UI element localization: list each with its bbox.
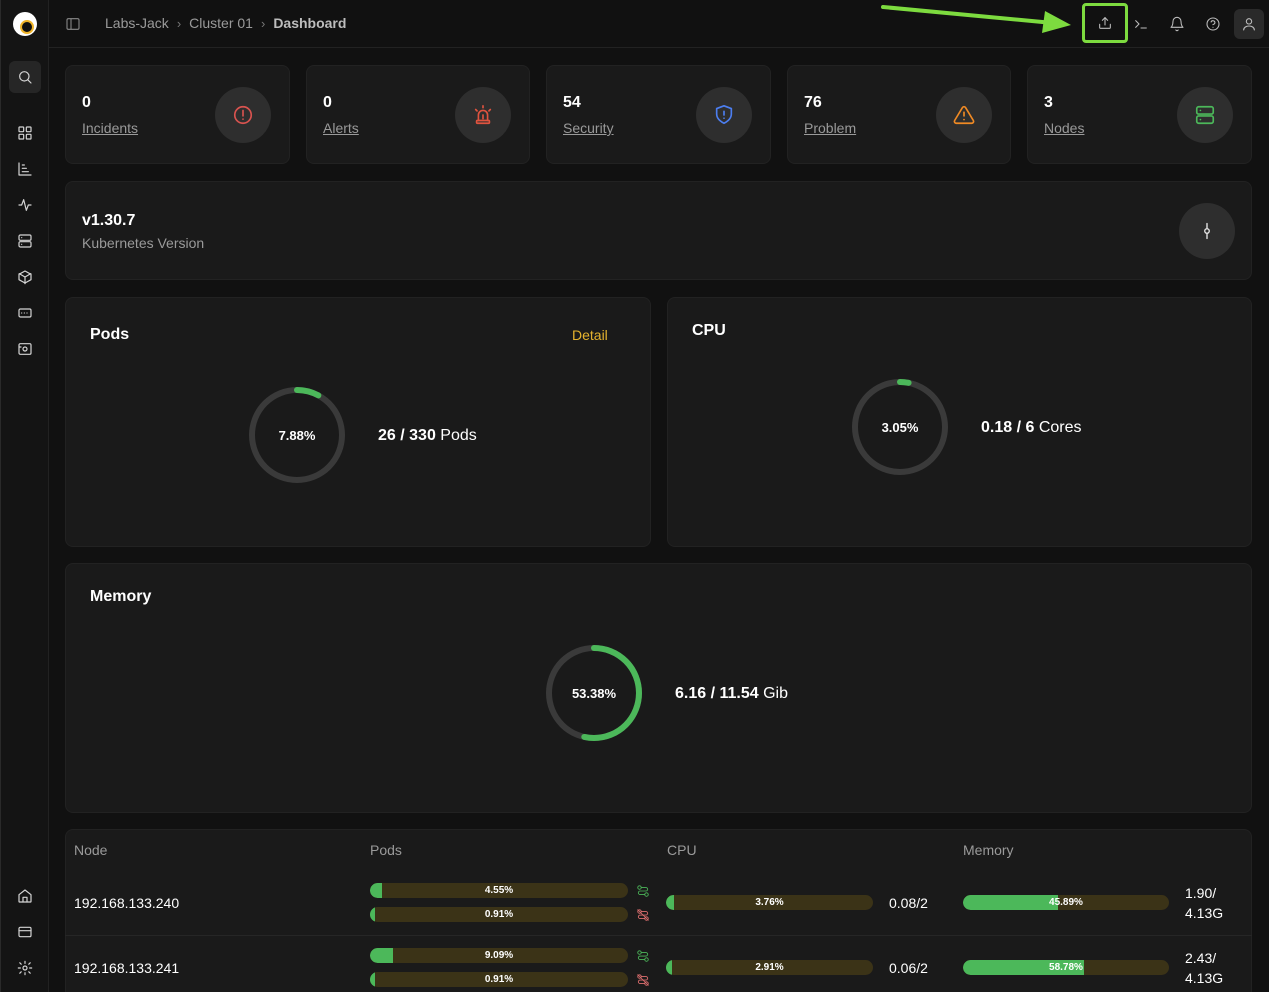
- pods-running-bar: 4.55%: [370, 883, 628, 898]
- stat-link-problem[interactable]: Problem: [804, 120, 856, 136]
- version-label: Kubernetes Version: [82, 235, 205, 251]
- cpu-bar: 3.76%: [666, 895, 873, 910]
- memory-used: 1.90/: [1185, 885, 1217, 901]
- billing-icon[interactable]: [9, 916, 41, 948]
- kubernetes-version-card: v1.30.7 Kubernetes Version: [65, 181, 1252, 280]
- col-header-pods: Pods: [370, 842, 402, 858]
- route-off-icon: [636, 908, 650, 922]
- stat-value: 0: [323, 94, 332, 111]
- cpu-percent: 3.05%: [881, 419, 919, 435]
- sidebar-toggle-icon[interactable]: [63, 14, 83, 34]
- stat-link-nodes[interactable]: Nodes: [1044, 120, 1084, 136]
- route-icon: [636, 884, 650, 898]
- memory-usage: 6.16 / 11.54 Gib: [675, 685, 788, 702]
- pods-usage: 26 / 330 Pods: [378, 427, 477, 444]
- memory-bar: 45.89%: [963, 895, 1169, 910]
- cpu-usage: 0.18 / 6 Cores: [981, 419, 1082, 436]
- stat-card-alerts: 0 Alerts: [306, 65, 530, 164]
- bell-icon[interactable]: [1163, 10, 1191, 38]
- cpu-card: CPU 3.05% 0.18 / 6 Cores: [667, 297, 1252, 547]
- bar-text: 58.78%: [1049, 962, 1083, 973]
- node-ip[interactable]: 192.168.133.240: [74, 895, 179, 911]
- pods-failed-bar: 0.91%: [370, 972, 628, 987]
- bar-text: 9.09%: [484, 950, 514, 961]
- bar-text: 3.76%: [755, 897, 784, 908]
- memory-used: 2.43/: [1185, 950, 1217, 966]
- pods-percent: 7.88%: [278, 427, 316, 443]
- cpu-cores: 0.06/2: [889, 960, 928, 976]
- warning-icon: [936, 87, 992, 143]
- breadcrumb-root[interactable]: Labs-Jack: [105, 15, 169, 31]
- pods-title: Pods: [90, 326, 130, 343]
- cpu-bar: 2.91%: [666, 960, 873, 975]
- shield-icon: [696, 87, 752, 143]
- app-logo[interactable]: [13, 12, 37, 36]
- memory-total: 4.13G: [1185, 905, 1224, 921]
- search-icon[interactable]: [9, 61, 41, 93]
- user-icon[interactable]: [1234, 9, 1264, 39]
- help-icon[interactable]: [1199, 10, 1227, 38]
- activity-icon[interactable]: [9, 189, 41, 221]
- chevron-right-icon: ›: [176, 15, 182, 31]
- stat-value: 3: [1044, 94, 1053, 111]
- memory-title: Memory: [90, 588, 152, 605]
- col-header-cpu: CPU: [667, 842, 697, 858]
- stat-link-security[interactable]: Security: [563, 120, 614, 136]
- card-icon[interactable]: [9, 297, 41, 329]
- memory-bar: 58.78%: [963, 960, 1169, 975]
- stat-card-problem: 76 Problem: [787, 65, 1011, 164]
- home-icon[interactable]: [9, 880, 41, 912]
- stat-value: 54: [563, 94, 581, 111]
- bar-text: 45.89%: [1049, 897, 1083, 908]
- bar-text: 4.55%: [484, 885, 514, 896]
- cpu-title: CPU: [692, 322, 726, 339]
- chart-icon[interactable]: [9, 153, 41, 185]
- row-divider: [65, 935, 1252, 936]
- node-ip[interactable]: 192.168.133.241: [74, 960, 179, 976]
- stat-card-security: 54 Security: [546, 65, 771, 164]
- version-value: v1.30.7: [82, 212, 136, 229]
- pods-failed-bar: 0.91%: [370, 907, 628, 922]
- device-icon[interactable]: [9, 333, 41, 365]
- bar-text: 0.91%: [484, 974, 514, 985]
- bar-text: 0.91%: [484, 909, 514, 920]
- app-window: Labs-Jack › Cluster 01 › Dashboard 0 Inc…: [0, 0, 1269, 992]
- box-icon[interactable]: [9, 261, 41, 293]
- terminal-icon[interactable]: [1127, 10, 1155, 38]
- route-icon: [636, 949, 650, 963]
- upload-icon[interactable]: [1082, 3, 1128, 43]
- breadcrumb-current: Dashboard: [273, 15, 347, 31]
- breadcrumb-cluster[interactable]: Cluster 01: [189, 15, 253, 31]
- memory-total: 4.13G: [1185, 970, 1224, 986]
- bar-text: 2.91%: [755, 962, 784, 973]
- stat-value: 0: [82, 94, 91, 111]
- route-off-icon: [636, 973, 650, 987]
- alert-circle-icon: [215, 87, 271, 143]
- pods-running-bar: 9.09%: [370, 948, 628, 963]
- server-icon[interactable]: [9, 225, 41, 257]
- pods-card: Pods Detail 7.88% 26 / 330 Pods: [65, 297, 651, 547]
- siren-icon: [455, 87, 511, 143]
- cpu-cores: 0.08/2: [889, 895, 928, 911]
- git-commit-icon: [1179, 203, 1235, 259]
- stat-link-alerts[interactable]: Alerts: [323, 120, 359, 136]
- pods-detail-link[interactable]: Detail: [572, 327, 608, 343]
- breadcrumb: Labs-Jack › Cluster 01 › Dashboard: [105, 15, 346, 31]
- chevron-right-icon: ›: [260, 15, 266, 31]
- memory-percent: 53.38%: [571, 685, 617, 701]
- stat-value: 76: [804, 94, 822, 111]
- annotation-arrow: [881, 5, 1071, 33]
- sidebar: [1, 0, 49, 992]
- settings-icon[interactable]: [9, 952, 41, 984]
- col-header-node: Node: [74, 842, 108, 858]
- stat-card-incidents: 0 Incidents: [65, 65, 290, 164]
- col-header-memory: Memory: [963, 842, 1014, 858]
- grid-icon[interactable]: [9, 117, 41, 149]
- stat-card-nodes: 3 Nodes: [1027, 65, 1252, 164]
- server-icon: [1177, 87, 1233, 143]
- stat-link-incidents[interactable]: Incidents: [82, 120, 138, 136]
- memory-card: Memory 53.38% 6.16 / 11.54 Gib: [65, 563, 1252, 813]
